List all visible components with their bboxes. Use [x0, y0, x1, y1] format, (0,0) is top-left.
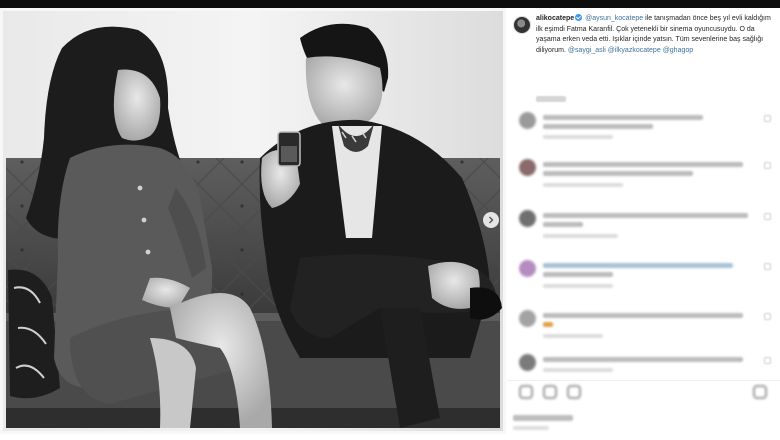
post-date — [513, 426, 549, 430]
caption-timestamp — [536, 96, 566, 102]
like-comment-icon[interactable] — [764, 213, 771, 220]
avatar[interactable] — [519, 210, 536, 227]
comment-icon[interactable] — [543, 385, 557, 399]
post-caption: alikocatepe @aysun_kocatepe ile tanışmad… — [513, 14, 779, 56]
avatar[interactable] — [519, 112, 536, 129]
like-comment-icon[interactable] — [764, 115, 771, 122]
caption-mention-ghagop[interactable]: @ghagop — [663, 47, 693, 54]
like-comment-icon[interactable] — [764, 357, 771, 364]
photo-image — [0, 8, 506, 434]
like-comment-icon[interactable] — [764, 263, 771, 270]
comment-item[interactable] — [513, 112, 775, 152]
share-icon[interactable] — [567, 385, 581, 399]
bookmark-icon[interactable] — [753, 385, 767, 399]
post-actions — [513, 385, 775, 405]
caption-username[interactable]: alikocatepe — [536, 15, 574, 22]
comment-item[interactable] — [513, 260, 775, 300]
avatar[interactable] — [519, 310, 536, 327]
avatar[interactable] — [519, 159, 536, 176]
top-dark-bar — [0, 0, 780, 8]
caption-mention-ilkyaz[interactable]: @ilkyazkocatepe — [608, 47, 661, 54]
like-heart-icon[interactable] — [519, 385, 533, 399]
avatar[interactable] — [519, 354, 536, 371]
avatar[interactable] — [513, 16, 531, 34]
comment-item[interactable] — [513, 159, 775, 199]
likes-count[interactable] — [513, 415, 573, 421]
comment-item[interactable] — [513, 310, 775, 350]
like-comment-icon[interactable] — [764, 162, 771, 169]
verified-badge-icon — [575, 14, 583, 21]
post-side-panel: alikocatepe @aysun_kocatepe ile tanışmad… — [507, 8, 780, 440]
comment-item[interactable] — [513, 210, 775, 250]
next-photo-button[interactable] — [483, 212, 499, 228]
avatar[interactable] — [519, 260, 536, 277]
chevron-right-icon — [489, 216, 494, 224]
like-comment-icon[interactable] — [764, 313, 771, 320]
caption-mention-saygi[interactable]: @saygi_asli — [568, 47, 606, 54]
post-photo[interactable] — [0, 8, 506, 434]
caption-mention-aysun[interactable]: @aysun_kocatepe — [585, 15, 643, 22]
divider — [507, 380, 780, 381]
